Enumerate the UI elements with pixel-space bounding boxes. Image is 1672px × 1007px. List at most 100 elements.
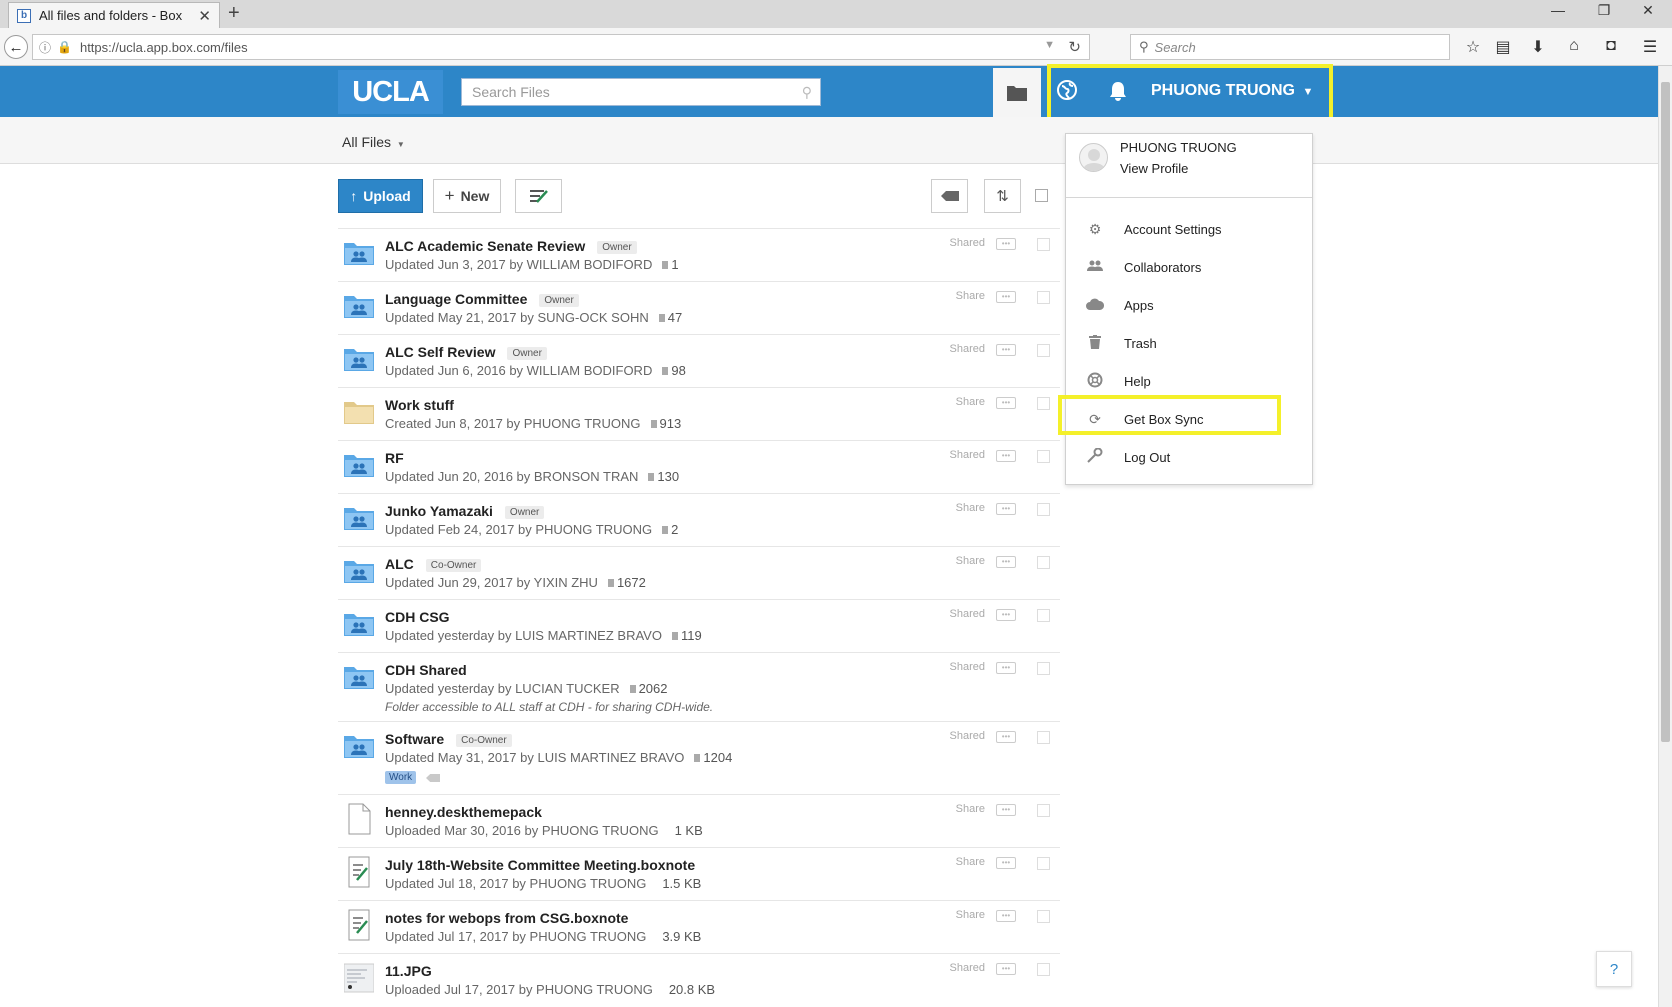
new-tab-icon[interactable]: + [228, 2, 240, 25]
share-link[interactable]: Shared [950, 608, 985, 620]
file-name[interactable]: henney.deskthemepack [385, 804, 542, 820]
menu-item-trash[interactable]: Trash [1066, 328, 1312, 358]
file-row[interactable]: ALC Co-Owner Updated Jun 29, 2017 by YIXI… [338, 546, 1060, 599]
file-name[interactable]: Junko Yamazaki Owner [385, 503, 545, 519]
tag-filter-button[interactable] [931, 179, 968, 213]
row-checkbox[interactable] [1037, 344, 1050, 357]
close-tab-icon[interactable]: ✕ [198, 7, 211, 25]
menu-icon[interactable]: ☰ [1639, 37, 1661, 57]
back-arrow-icon[interactable]: ← [4, 35, 28, 59]
file-name[interactable]: Language Committee Owner [385, 291, 579, 307]
file-name[interactable]: Work stuff [385, 397, 454, 413]
row-checkbox[interactable] [1037, 503, 1050, 516]
row-checkbox[interactable] [1037, 731, 1050, 744]
share-link[interactable]: Share [956, 803, 985, 815]
file-row[interactable]: Work stuff Created Jun 8, 2017 by PHUONG… [338, 387, 1060, 440]
file-row[interactable]: henney.deskthemepack Uploaded Mar 30, 20… [338, 794, 1060, 847]
more-options-icon[interactable]: ••• [996, 910, 1016, 922]
more-options-icon[interactable]: ••• [996, 503, 1016, 515]
more-options-icon[interactable]: ••• [996, 662, 1016, 674]
bookmark-star-icon[interactable]: ☆ [1462, 37, 1484, 57]
library-icon[interactable]: ▤ [1492, 37, 1514, 57]
more-options-icon[interactable]: ••• [996, 857, 1016, 869]
sort-button[interactable]: ⇅ [984, 179, 1021, 213]
close-window-icon[interactable]: ✕ [1628, 2, 1668, 19]
more-options-icon[interactable]: ••• [996, 450, 1016, 462]
file-row[interactable]: Software Co-Owner Updated May 31, 2017 by… [338, 721, 1060, 794]
menu-item-collaborators[interactable]: Collaborators [1066, 252, 1312, 282]
more-options-icon[interactable]: ••• [996, 397, 1016, 409]
row-checkbox[interactable] [1037, 291, 1050, 304]
more-options-icon[interactable]: ••• [996, 556, 1016, 568]
file-row[interactable]: ALC Self Review Owner Updated Jun 6, 2016… [338, 334, 1060, 387]
more-options-icon[interactable]: ••• [996, 804, 1016, 816]
share-link[interactable]: Share [956, 502, 985, 514]
file-row[interactable]: July 18th-Website Committee Meeting.boxn… [338, 847, 1060, 900]
share-link[interactable]: Share [956, 290, 985, 302]
share-link[interactable]: Share [956, 856, 985, 868]
ucla-logo[interactable]: UCLA [338, 70, 443, 114]
select-all-checkbox[interactable] [1035, 189, 1048, 202]
more-options-icon[interactable]: ••• [996, 291, 1016, 303]
address-bar[interactable]: ⓘ 🔒 https://ucla.app.box.com/files ▼ ↻ [32, 34, 1090, 60]
file-name[interactable]: ALC Self Review Owner [385, 344, 547, 360]
row-checkbox[interactable] [1037, 397, 1050, 410]
row-checkbox[interactable] [1037, 556, 1050, 569]
row-checkbox[interactable] [1037, 609, 1050, 622]
share-link[interactable]: Shared [950, 237, 985, 249]
file-name[interactable]: 11.JPG [385, 963, 432, 979]
row-checkbox[interactable] [1037, 910, 1050, 923]
help-button[interactable]: ? [1596, 951, 1632, 987]
more-options-icon[interactable]: ••• [996, 963, 1016, 975]
file-row[interactable]: Language Committee Owner Updated May 21, … [338, 281, 1060, 334]
more-options-icon[interactable]: ••• [996, 731, 1016, 743]
new-boxnote-button[interactable] [515, 179, 562, 213]
file-row[interactable]: RF Updated Jun 20, 2016 by BRONSON TRAN 1… [338, 440, 1060, 493]
more-options-icon[interactable]: ••• [996, 609, 1016, 621]
url-dropdown-icon[interactable]: ▼ [1044, 39, 1055, 51]
row-checkbox[interactable] [1037, 450, 1050, 463]
page-scrollbar[interactable] [1658, 66, 1672, 1007]
menu-item-help[interactable]: Help [1066, 366, 1312, 396]
menu-item-account-settings[interactable]: ⚙ Account Settings [1066, 214, 1312, 244]
info-icon[interactable]: ⓘ [39, 39, 51, 56]
more-options-icon[interactable]: ••• [996, 238, 1016, 250]
download-icon[interactable]: ⬇ [1527, 37, 1549, 57]
file-name[interactable]: notes for webops from CSG.boxnote [385, 910, 628, 926]
new-button[interactable]: + New [433, 179, 501, 213]
scrollbar-thumb[interactable] [1661, 82, 1670, 742]
menu-item-apps[interactable]: Apps [1066, 290, 1312, 320]
home-icon[interactable]: ⌂ [1563, 37, 1585, 55]
file-name[interactable]: CDH CSG [385, 609, 450, 625]
all-files-folder-button[interactable] [993, 68, 1041, 117]
share-link[interactable]: Share [956, 396, 985, 408]
file-name[interactable]: July 18th-Website Committee Meeting.boxn… [385, 857, 695, 873]
share-link[interactable]: Shared [950, 343, 985, 355]
file-name[interactable]: ALC Co-Owner [385, 556, 482, 572]
browser-tab[interactable]: b All files and folders - Box ✕ [8, 2, 220, 28]
file-name[interactable]: ALC Academic Senate Review Owner [385, 238, 637, 254]
pocket-icon[interactable]: ◘ [1600, 37, 1622, 55]
file-row[interactable]: ALC Academic Senate Review Owner Updated … [338, 228, 1060, 281]
file-row[interactable]: 11.JPG Uploaded Jul 17, 2017 by PHUONG T… [338, 953, 1060, 1006]
tag-pill[interactable]: Work [385, 771, 417, 784]
row-checkbox[interactable] [1037, 662, 1050, 675]
share-link[interactable]: Share [956, 555, 985, 567]
share-link[interactable]: Share [956, 909, 985, 921]
search-icon[interactable]: ⚲ [802, 84, 812, 101]
share-link[interactable]: Shared [950, 449, 985, 461]
file-name[interactable]: Software Co-Owner [385, 731, 512, 747]
search-files-input[interactable]: Search Files ⚲ [461, 78, 821, 106]
row-checkbox[interactable] [1037, 857, 1050, 870]
more-options-icon[interactable]: ••• [996, 344, 1016, 356]
menu-item-log-out[interactable]: Log Out [1066, 442, 1312, 472]
row-checkbox[interactable] [1037, 963, 1050, 976]
file-name[interactable]: CDH Shared [385, 662, 467, 678]
share-link[interactable]: Shared [950, 962, 985, 974]
file-row[interactable]: CDH Shared Updated yesterday by LUCIAN T… [338, 652, 1060, 721]
breadcrumb-all-files[interactable]: All Files ▼ [342, 134, 405, 150]
row-checkbox[interactable] [1037, 804, 1050, 817]
share-link[interactable]: Shared [950, 730, 985, 742]
share-link[interactable]: Shared [950, 661, 985, 673]
file-row[interactable]: Junko Yamazaki Owner Updated Feb 24, 2017… [338, 493, 1060, 546]
